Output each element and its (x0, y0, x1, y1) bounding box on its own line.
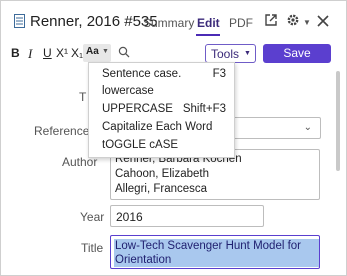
menu-item-toggle-case[interactable]: tOGGLE cASE (102, 139, 226, 151)
scrollbar[interactable] (336, 71, 340, 171)
menu-item-sentence-case[interactable]: Sentence case. F3 (102, 68, 226, 80)
year-label: Year (80, 210, 105, 224)
menu-item-shortcut: Shift+F3 (182, 103, 226, 115)
close-icon[interactable] (316, 13, 330, 29)
tab-edit[interactable]: Edit (197, 16, 220, 30)
author-entry: Allegri, Francesca (115, 183, 208, 195)
title-text-line: Orientation (114, 253, 173, 267)
title-field[interactable]: Low-Tech Scavenger Hunt Model for Studen… (110, 235, 320, 269)
year-field[interactable]: 2016 (110, 205, 264, 227)
reference-icon (14, 14, 25, 28)
save-button[interactable]: Save (263, 44, 331, 63)
chevron-down-icon: ⌄ (303, 122, 312, 133)
gear-icon[interactable] (285, 12, 301, 28)
change-case-label: Aa (86, 46, 99, 57)
change-case-menu: Sentence case. F3 lowercase UPPERCASE Sh… (88, 62, 235, 158)
tab-pdf[interactable]: PDF (229, 16, 253, 30)
underline-button[interactable]: U (43, 46, 52, 60)
chevron-down-icon: ▼ (102, 48, 109, 55)
tools-button[interactable]: Tools ▼ (205, 44, 256, 63)
menu-item-lowercase[interactable]: lowercase (102, 85, 226, 97)
bold-button[interactable]: B (11, 46, 20, 60)
change-case-button[interactable]: Aa ▼ (83, 44, 111, 62)
year-value: 2016 (116, 210, 143, 224)
open-in-window-icon[interactable] (264, 12, 278, 28)
panel-header: Renner, 2016 #535 Summary Edit PDF ▼ (1, 1, 346, 41)
reference-title: Renner, 2016 #535 (30, 13, 158, 30)
superscript-button[interactable]: X¹ (56, 46, 68, 60)
tab-summary[interactable]: Summary (143, 16, 194, 30)
menu-item-label: tOGGLE cASE (102, 139, 179, 151)
reference-editor-panel: Renner, 2016 #535 Summary Edit PDF ▼ B I… (0, 0, 347, 276)
chevron-down-icon: ▼ (244, 50, 251, 57)
active-tab-indicator (196, 34, 220, 36)
menu-item-label: Capitalize Each Word (102, 121, 213, 133)
search-icon[interactable] (118, 46, 130, 58)
menu-item-uppercase[interactable]: UPPERCASE Shift+F3 (102, 103, 226, 115)
italic-button[interactable]: I (28, 46, 32, 62)
menu-item-shortcut: F3 (212, 68, 226, 80)
menu-item-label: lowercase (102, 85, 154, 97)
gear-caret-icon[interactable]: ▼ (303, 18, 311, 27)
title-label: Title (81, 241, 104, 255)
subscript-button[interactable]: X₁ (71, 46, 83, 60)
type-label: T (79, 90, 87, 104)
menu-item-capitalize-each-word[interactable]: Capitalize Each Word (102, 121, 226, 133)
author-entry: Cahoon, Elizabeth (115, 168, 209, 180)
menu-item-label: UPPERCASE (102, 103, 173, 115)
save-label: Save (283, 46, 311, 60)
menu-item-label: Sentence case. (102, 68, 182, 80)
tools-label: Tools (211, 47, 240, 61)
